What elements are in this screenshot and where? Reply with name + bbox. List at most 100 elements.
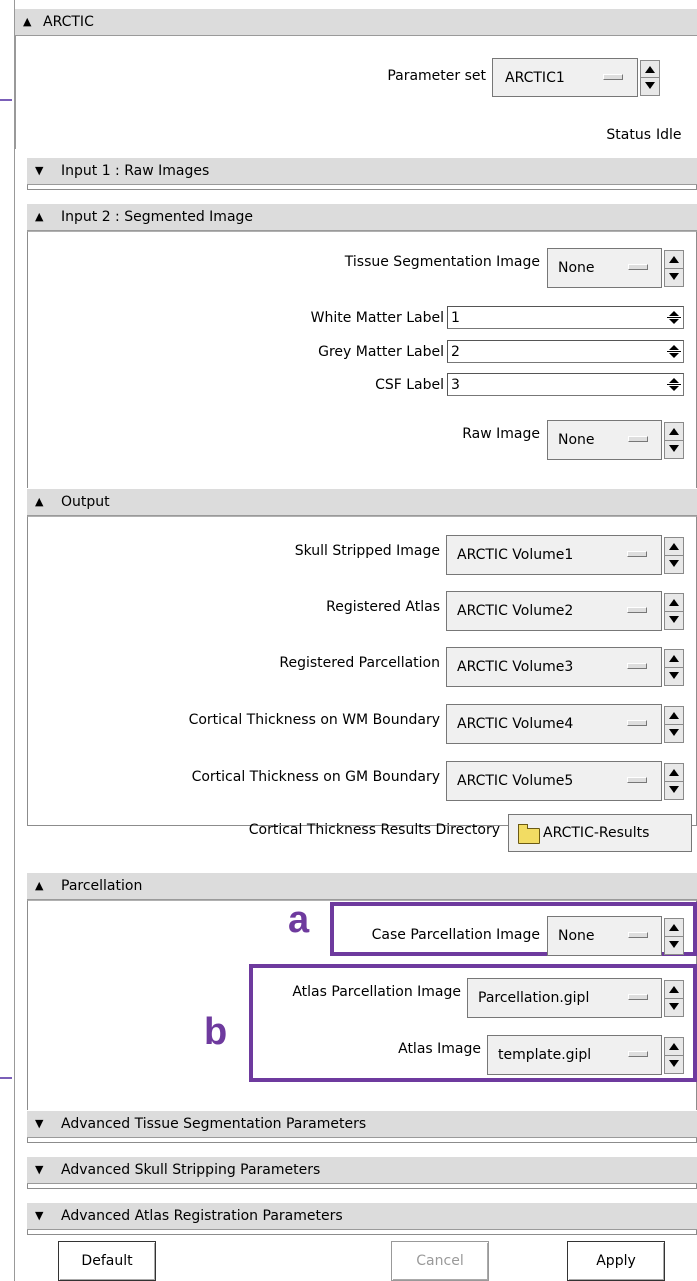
spin-up-button[interactable] [665, 707, 683, 725]
advanced-atlas-collapsed-body [27, 1230, 697, 1235]
atlas-image-spinner[interactable] [664, 1037, 684, 1074]
white-matter-field[interactable]: 1 [447, 306, 684, 329]
spinner-icon[interactable] [667, 343, 681, 360]
output-section-header[interactable]: ▲ Output [27, 488, 697, 516]
spin-up-button[interactable] [665, 538, 683, 556]
spin-down-button[interactable] [665, 612, 683, 630]
collapse-triangle-icon[interactable]: ▲ [35, 495, 43, 509]
arrow-down-icon [669, 559, 679, 567]
apply-button[interactable]: Apply [567, 1241, 665, 1281]
expand-triangle-icon[interactable]: ▼ [35, 1117, 43, 1131]
parcellation-section-header[interactable]: ▲ Parcellation [27, 872, 697, 900]
default-button[interactable]: Default [58, 1241, 156, 1281]
atlas-parcellation-combo[interactable]: Parcellation.gipl [467, 978, 662, 1018]
output-row-combo[interactable]: ARCTIC Volume1 [446, 535, 662, 575]
input2-section-header[interactable]: ▲ Input 2 : Segmented Image [27, 203, 697, 231]
output-row-combo[interactable]: ARCTIC Volume5 [446, 761, 662, 801]
advanced-tissue-section-header[interactable]: ▼ Advanced Tissue Segmentation Parameter… [27, 1110, 697, 1138]
case-parcellation-value: None [558, 928, 595, 944]
results-directory-button[interactable]: ARCTIC-Results [508, 814, 692, 852]
callout-a: a [288, 899, 310, 941]
grey-matter-label: Grey Matter Label [318, 344, 444, 360]
collapse-triangle-icon[interactable]: ▲ [35, 210, 43, 224]
output-row-label: Registered Parcellation [279, 655, 440, 671]
spin-up-button[interactable] [665, 423, 683, 441]
arrow-up-icon [669, 543, 679, 550]
option-indicator-icon [627, 720, 647, 726]
spin-down-button[interactable] [665, 725, 683, 743]
expand-triangle-icon[interactable]: ▼ [35, 1163, 43, 1177]
output-row-combo[interactable]: ARCTIC Volume2 [446, 591, 662, 631]
output-row-spinner[interactable] [664, 649, 684, 686]
arrow-up-icon [645, 66, 655, 73]
spin-down-button[interactable] [665, 441, 683, 459]
spin-up-button[interactable] [665, 764, 683, 782]
arrow-down-icon [669, 272, 679, 280]
arrow-up-icon [669, 1043, 679, 1050]
spin-up-button[interactable] [665, 981, 683, 999]
spin-down-button[interactable] [665, 937, 683, 955]
output-title: Output [61, 494, 110, 510]
spin-up-button[interactable] [665, 650, 683, 668]
collapse-triangle-icon[interactable]: ▲ [35, 879, 43, 893]
output-row-spinner[interactable] [664, 593, 684, 630]
spinner-icon[interactable] [667, 376, 681, 393]
output-row-value: ARCTIC Volume5 [457, 773, 574, 789]
output-row-value: ARCTIC Volume4 [457, 716, 574, 732]
arrow-up-icon [669, 769, 679, 776]
spinner-icon[interactable] [667, 309, 681, 326]
option-indicator-icon [627, 607, 647, 613]
atlas-image-combo[interactable]: template.gipl [487, 1035, 662, 1075]
arrow-down-icon [669, 1002, 679, 1010]
output-row-combo[interactable]: ARCTIC Volume3 [446, 647, 662, 687]
arctic-section-header[interactable]: ▲ ARCTIC [15, 8, 697, 36]
spin-up-button[interactable] [641, 61, 659, 78]
spin-up-button[interactable] [665, 919, 683, 937]
output-row-combo[interactable]: ARCTIC Volume4 [446, 704, 662, 744]
tissue-segmentation-spinner[interactable] [664, 250, 684, 287]
input1-collapsed-body [27, 185, 697, 190]
csf-field[interactable]: 3 [447, 373, 684, 396]
arrow-up-icon [669, 986, 679, 993]
collapse-triangle-icon[interactable]: ▲ [23, 15, 31, 29]
spin-up-button[interactable] [665, 594, 683, 612]
arrow-up-icon [669, 599, 679, 606]
advanced-atlas-section-header[interactable]: ▼ Advanced Atlas Registration Parameters [27, 1202, 697, 1230]
csf-value: 3 [451, 377, 460, 393]
arrow-down-icon [669, 615, 679, 623]
spin-down-button[interactable] [665, 999, 683, 1017]
arrow-down-icon [669, 444, 679, 452]
expand-triangle-icon[interactable]: ▼ [35, 1209, 43, 1223]
status-label: Status [606, 127, 651, 143]
spin-down-button[interactable] [665, 782, 683, 800]
spin-up-button[interactable] [665, 1038, 683, 1056]
input1-section-header[interactable]: ▼ Input 1 : Raw Images [27, 157, 697, 185]
results-directory-label: Cortical Thickness Results Directory [248, 822, 500, 838]
atlas-parcellation-spinner[interactable] [664, 980, 684, 1017]
output-row-spinner[interactable] [664, 537, 684, 574]
parameter-set-combo[interactable]: ARCTIC1 [492, 58, 638, 97]
expand-triangle-icon[interactable]: ▼ [35, 164, 43, 178]
grey-matter-field[interactable]: 2 [447, 340, 684, 363]
option-indicator-icon [627, 777, 647, 783]
spin-down-button[interactable] [665, 1056, 683, 1074]
tissue-segmentation-value: None [558, 260, 595, 276]
spin-down-button[interactable] [641, 78, 659, 95]
spin-down-button[interactable] [665, 668, 683, 686]
option-indicator-icon [628, 436, 648, 442]
cancel-button[interactable]: Cancel [391, 1241, 489, 1281]
case-parcellation-spinner[interactable] [664, 918, 684, 955]
spin-down-button[interactable] [665, 556, 683, 574]
case-parcellation-combo[interactable]: None [547, 916, 662, 956]
advanced-skull-section-header[interactable]: ▼ Advanced Skull Stripping Parameters [27, 1156, 697, 1184]
parameter-set-spinner[interactable] [640, 60, 660, 96]
raw-image-spinner[interactable] [664, 422, 684, 459]
raw-image-combo[interactable]: None [547, 420, 662, 460]
tissue-segmentation-combo[interactable]: None [547, 248, 662, 288]
output-row-spinner[interactable] [664, 706, 684, 743]
left-frame-line [14, 0, 15, 1281]
spin-down-button[interactable] [665, 269, 683, 287]
spin-up-button[interactable] [665, 251, 683, 269]
advanced-tissue-collapsed-body [27, 1138, 697, 1143]
output-row-spinner[interactable] [664, 763, 684, 800]
